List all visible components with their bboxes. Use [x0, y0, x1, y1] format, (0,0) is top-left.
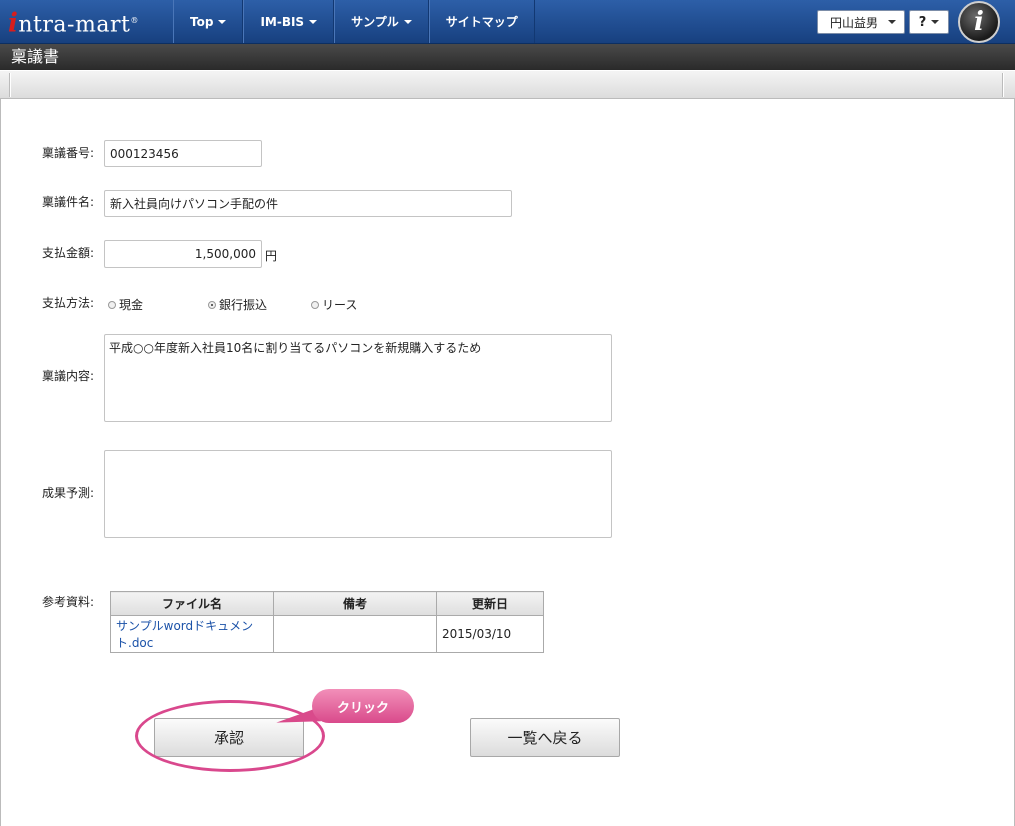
radio-bank-transfer[interactable]: 銀行振込 [208, 296, 311, 313]
toolbar-divider [1002, 73, 1004, 97]
toolbar-divider [9, 73, 11, 97]
table-header-row: ファイル名 備考 更新日 [110, 591, 544, 616]
radio-label: 銀行振込 [219, 298, 268, 312]
number-input[interactable] [104, 140, 262, 167]
intra-mart-logo[interactable]: intra-mart® [8, 4, 168, 38]
radio-selected-icon [208, 300, 216, 309]
page-toolbar [0, 71, 1015, 99]
amount-input[interactable] [104, 240, 262, 268]
nav-item-label: サンプル [351, 15, 399, 29]
content-label: 稟議内容: [42, 369, 95, 383]
chevron-down-icon [218, 19, 227, 24]
chevron-down-icon [931, 20, 940, 24]
expected-label: 成果予測: [42, 486, 95, 500]
page-title: 稟議書 [0, 44, 1015, 70]
nav-item-sitemap[interactable]: サイトマップ [428, 0, 535, 43]
file-link[interactable]: サンプルwordドキュメント.doc [116, 619, 253, 650]
subject-input[interactable] [104, 190, 512, 217]
file-date-cell: 2015/03/10 [436, 615, 544, 653]
highlight-ring [135, 700, 325, 772]
main-nav: Top IM-BIS サンプル サイトマップ [173, 0, 535, 43]
radio-label: リース [322, 298, 358, 312]
help-icon: ? [918, 14, 927, 30]
nav-item-label: サイトマップ [445, 15, 518, 29]
reference-files-table: ファイル名 備考 更新日 サンプルwordドキュメント.doc 2015/03/… [110, 591, 544, 653]
nav-item-label: Top [190, 14, 214, 29]
expected-textarea[interactable] [104, 450, 612, 538]
click-callout: クリック [312, 689, 414, 723]
back-to-list-button[interactable]: 一覧へ戻る [470, 718, 620, 757]
nav-item-sample[interactable]: サンプル [334, 0, 429, 43]
chevron-down-icon [888, 20, 896, 24]
table-row: サンプルwordドキュメント.doc 2015/03/10 [110, 615, 544, 653]
method-label: 支払方法: [42, 296, 95, 310]
radio-label: 現金 [119, 298, 144, 312]
radio-cash[interactable]: 現金 [108, 296, 208, 313]
nav-item-top[interactable]: Top [173, 0, 244, 43]
amount-unit: 円 [265, 249, 278, 263]
radio-lease[interactable]: リース [311, 296, 357, 313]
amount-label: 支払金額: [42, 246, 95, 260]
frame-border-left [0, 99, 1, 826]
column-header-filename[interactable]: ファイル名 [110, 591, 274, 616]
nav-item-label: IM-BIS [260, 14, 305, 29]
column-header-note[interactable]: 備考 [273, 591, 437, 616]
column-header-date[interactable]: 更新日 [436, 591, 544, 616]
number-label: 稟議番号: [42, 146, 95, 160]
info-icon[interactable]: i [958, 1, 1000, 43]
chevron-down-icon [403, 19, 412, 24]
content-textarea[interactable]: 平成○○年度新入社員10名に割り当てるパソコンを新規購入するため [104, 334, 612, 422]
help-menu-button[interactable]: ? [909, 10, 949, 34]
subject-label: 稟議件名: [42, 195, 95, 209]
file-name-cell: サンプルwordドキュメント.doc [110, 615, 274, 653]
nav-item-im-bis[interactable]: IM-BIS [243, 0, 335, 43]
chevron-down-icon [309, 19, 318, 24]
payment-method-radios: 現金 銀行振込 リース [108, 296, 357, 313]
radio-icon [108, 300, 116, 309]
top-nav-bar: intra-mart® Top IM-BIS サンプル サイトマップ 円山益男 … [0, 0, 1015, 44]
user-menu-button[interactable]: 円山益男 [817, 10, 905, 34]
file-note-cell [273, 615, 437, 653]
radio-icon [311, 300, 319, 309]
refs-label: 参考資料: [42, 595, 95, 609]
user-name: 円山益男 [830, 15, 879, 30]
